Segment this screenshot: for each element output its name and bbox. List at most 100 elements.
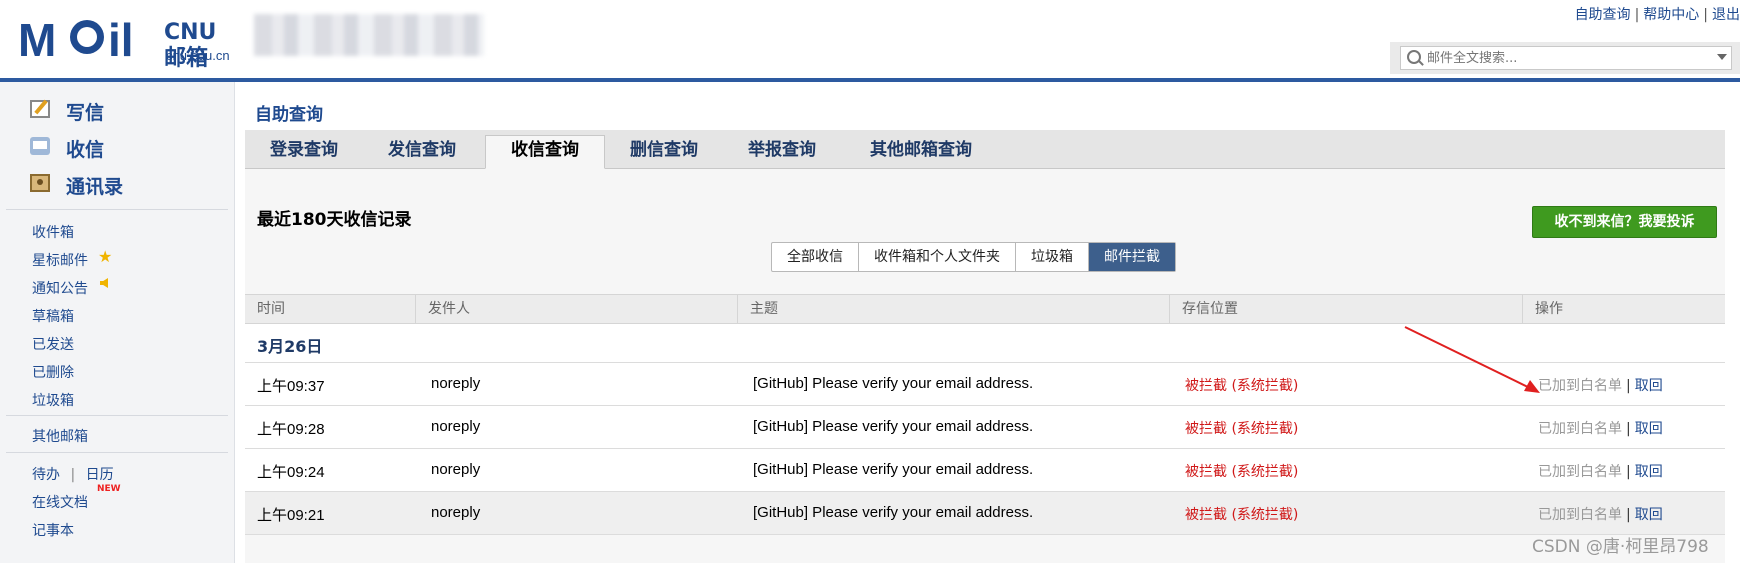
whitelisted-label: 已加到白名单 (1538, 421, 1622, 437)
op-separator: | (1626, 421, 1631, 437)
main-panel: 自助查询 登录查询 发信查询 收信查询 删信查询 举报查询 其他邮箱查询 最近1… (245, 82, 1740, 563)
row-location: 被拦截 (系统拦截) (1185, 421, 1299, 437)
blurred-user-info (254, 14, 484, 56)
sidebar-item-starred[interactable]: 星标邮件 ★ (32, 247, 112, 270)
inbox-icon (30, 137, 50, 155)
tab-delete-query[interactable]: 删信查询 (605, 136, 723, 168)
sidebar-item-notes[interactable]: 记事本 (32, 520, 74, 540)
cnu-mail-logo[interactable]: M il CNU邮箱 cnu.edu.cn (18, 14, 233, 71)
logo-letter-m: M (18, 14, 56, 66)
row-subject[interactable]: [GitHub] Please verify your email addres… (753, 418, 1033, 435)
row-time: 上午09:21 (257, 507, 325, 524)
column-header-sender[interactable]: 发件人 (415, 295, 737, 323)
search-icon (1407, 50, 1421, 64)
top-link-separator: | (1703, 7, 1708, 23)
sidebar-item-other-mail[interactable]: 其他邮箱 (32, 426, 88, 446)
table-row[interactable]: 上午09:24 noreply [GitHub] Please verify y… (245, 449, 1725, 492)
row-operations: 已加到白名单 | 取回 (1538, 461, 1663, 481)
sidebar-divider (6, 452, 228, 453)
row-subject[interactable]: [GitHub] Please verify your email addres… (753, 375, 1033, 392)
retrieve-link[interactable]: 取回 (1635, 421, 1663, 437)
row-time: 上午09:28 (257, 421, 325, 438)
address-book-label: 通讯录 (66, 176, 124, 198)
row-location: 被拦截 (系统拦截) (1185, 507, 1299, 523)
row-time: 上午09:37 (257, 378, 325, 395)
speaker-icon (100, 278, 108, 288)
row-subject[interactable]: [GitHub] Please verify your email addres… (753, 504, 1033, 521)
whitelisted-label: 已加到白名单 (1538, 507, 1622, 523)
row-subject[interactable]: [GitHub] Please verify your email addres… (753, 461, 1033, 478)
top-link-separator: | (1634, 7, 1640, 23)
sidebar-item-notices[interactable]: 通知公告 (32, 278, 108, 298)
logout-link[interactable]: 退出 (1712, 7, 1740, 23)
query-tabs: 登录查询 发信查询 收信查询 删信查询 举报查询 其他邮箱查询 (245, 130, 1725, 169)
row-sender: noreply (431, 504, 481, 521)
retrieve-link[interactable]: 取回 (1635, 464, 1663, 480)
row-operations: 已加到白名单 | 取回 (1538, 375, 1663, 395)
sidebar-item-online-docs[interactable]: 在线文档 NEW (32, 484, 121, 512)
watermark: CSDN @唐·柯里昂798 (1532, 537, 1709, 557)
filter-spam[interactable]: 垃圾箱 (1016, 243, 1089, 271)
date-group-row: 3月26日 (245, 324, 1725, 363)
tab-login-query[interactable]: 登录查询 (245, 136, 363, 168)
search-dropdown-icon[interactable] (1717, 54, 1727, 60)
whitelisted-label: 已加到白名单 (1538, 378, 1622, 394)
sidebar-tools-row: 待办 | 日历 (32, 464, 114, 484)
calendar-link[interactable]: 日历 (86, 467, 114, 483)
table-row[interactable]: 上午09:21 noreply [GitHub] Please verify y… (245, 492, 1725, 535)
star-icon: ★ (98, 247, 113, 266)
tab-receive-query[interactable]: 收信查询 (485, 135, 605, 169)
tab-report-query[interactable]: 举报查询 (723, 136, 841, 168)
self-query-link[interactable]: 自助查询 (1575, 7, 1631, 23)
search-area (1390, 42, 1740, 74)
sidebar-item-spam[interactable]: 垃圾箱 (32, 390, 74, 410)
logo-sub-text: cnu.edu.cn (166, 48, 230, 63)
sidebar: 写信 收信 通讯录 收件箱 星标邮件 ★ 通知公告 草稿箱 已发送 已删除 垃圾… (0, 82, 235, 563)
tab-send-query[interactable]: 发信查询 (363, 136, 481, 168)
sidebar-item-drafts[interactable]: 草稿箱 (32, 306, 74, 326)
sidebar-item-sent[interactable]: 已发送 (32, 334, 74, 354)
column-header-location[interactable]: 存信位置 (1169, 295, 1522, 323)
top-links: 自助查询 | 帮助中心 | 退出 (1575, 4, 1740, 24)
sidebar-item-inbox[interactable]: 收件箱 (32, 222, 74, 242)
search-box (1400, 46, 1732, 70)
help-center-link[interactable]: 帮助中心 (1643, 7, 1699, 23)
retrieve-link[interactable]: 取回 (1635, 507, 1663, 523)
row-sender: noreply (431, 461, 481, 478)
compose-icon (30, 100, 50, 118)
filter-all-received[interactable]: 全部收信 (772, 243, 859, 271)
row-sender: noreply (431, 418, 481, 435)
row-time: 上午09:24 (257, 464, 325, 481)
retrieve-link[interactable]: 取回 (1635, 378, 1663, 394)
section-title: 最近180天收信记录 (257, 210, 412, 230)
logo-letters-il: il (108, 14, 134, 66)
filter-blocked[interactable]: 邮件拦截 (1089, 243, 1175, 271)
address-book-icon (30, 174, 50, 192)
logo-ring-icon (70, 20, 104, 54)
op-separator: | (1626, 464, 1631, 480)
sidebar-item-deleted[interactable]: 已删除 (32, 362, 74, 382)
column-header-time[interactable]: 时间 (245, 295, 415, 323)
filter-inbox-personal[interactable]: 收件箱和个人文件夹 (859, 243, 1016, 271)
page-title: 自助查询 (255, 105, 323, 125)
compose-label: 写信 (66, 102, 105, 124)
row-operations: 已加到白名单 | 取回 (1538, 504, 1663, 524)
complain-button[interactable]: 收不到来信？我要投诉 (1532, 206, 1717, 238)
row-location: 被拦截 (系统拦截) (1185, 464, 1299, 480)
whitelisted-label: 已加到白名单 (1538, 464, 1622, 480)
header: M il CNU邮箱 cnu.edu.cn 自助查询 | 帮助中心 | 退出 (0, 0, 1740, 78)
sidebar-item-label: 通知公告 (32, 281, 88, 297)
row-sender: noreply (431, 375, 481, 392)
op-separator: | (1626, 378, 1631, 394)
receive-query-content: 最近180天收信记录 收不到来信？我要投诉 全部收信 收件箱和个人文件夹 垃圾箱… (245, 169, 1725, 563)
table-row[interactable]: 上午09:28 noreply [GitHub] Please verify y… (245, 406, 1725, 449)
tab-other-mail-query[interactable]: 其他邮箱查询 (841, 136, 1001, 168)
op-separator: | (1626, 507, 1631, 523)
column-header-subject[interactable]: 主题 (737, 295, 1169, 323)
date-group-label: 3月26日 (257, 337, 323, 356)
search-input[interactable] (1425, 48, 1719, 68)
sidebar-item-label: 在线文档 (32, 495, 88, 511)
todo-link[interactable]: 待办 (32, 467, 60, 483)
table-row[interactable]: 上午09:37 noreply [GitHub] Please verify y… (245, 363, 1725, 406)
sidebar-divider (6, 209, 228, 210)
